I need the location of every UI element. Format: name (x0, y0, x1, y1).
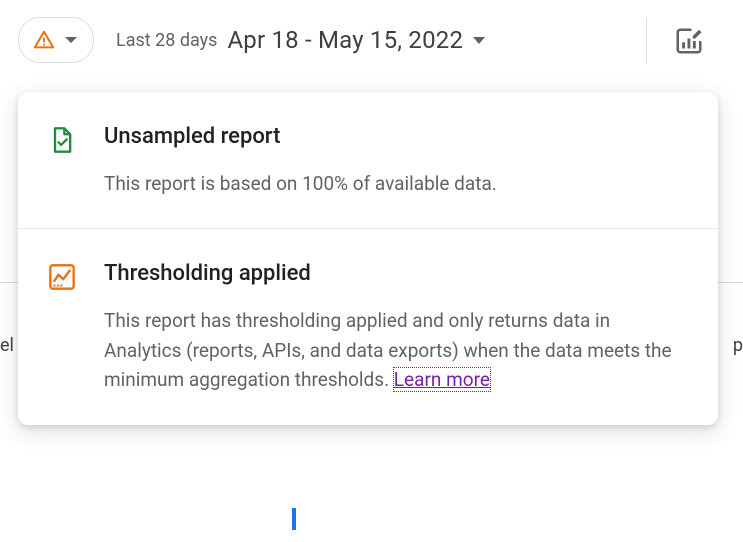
edit-chart-icon (674, 26, 704, 56)
learn-more-link[interactable]: Learn more (394, 368, 490, 391)
section-title: Unsampled report (104, 124, 688, 149)
toolbar-divider (646, 18, 647, 64)
customize-report-button[interactable] (668, 20, 710, 62)
popover-section-thresholding: Thresholding applied This report has thr… (18, 229, 718, 424)
chart-bar-stub (292, 508, 296, 530)
chevron-down-icon (473, 37, 485, 44)
data-quality-popover: Unsampled report This report is based on… (18, 92, 718, 425)
section-description: This report has thresholding applied and… (104, 306, 688, 394)
date-range-picker[interactable]: Last 28 days Apr 18 - May 15, 2022 (116, 26, 485, 54)
background-left-fragment: el (0, 335, 14, 356)
chevron-down-icon (65, 37, 77, 43)
section-description: This report is based on 100% of availabl… (104, 169, 688, 198)
section-title: Thresholding applied (104, 261, 688, 286)
chart-warning-icon (48, 263, 76, 291)
background-right-fragment: p (733, 335, 743, 356)
popover-section-unsampled: Unsampled report This report is based on… (18, 92, 718, 228)
warning-triangle-icon (33, 29, 55, 51)
date-preset-label: Last 28 days (116, 30, 217, 51)
date-range-value: Apr 18 - May 15, 2022 (227, 26, 463, 54)
document-check-icon (48, 126, 76, 154)
data-quality-chip[interactable] (18, 17, 94, 63)
section-description-text: This report has thresholding applied and… (104, 309, 672, 391)
